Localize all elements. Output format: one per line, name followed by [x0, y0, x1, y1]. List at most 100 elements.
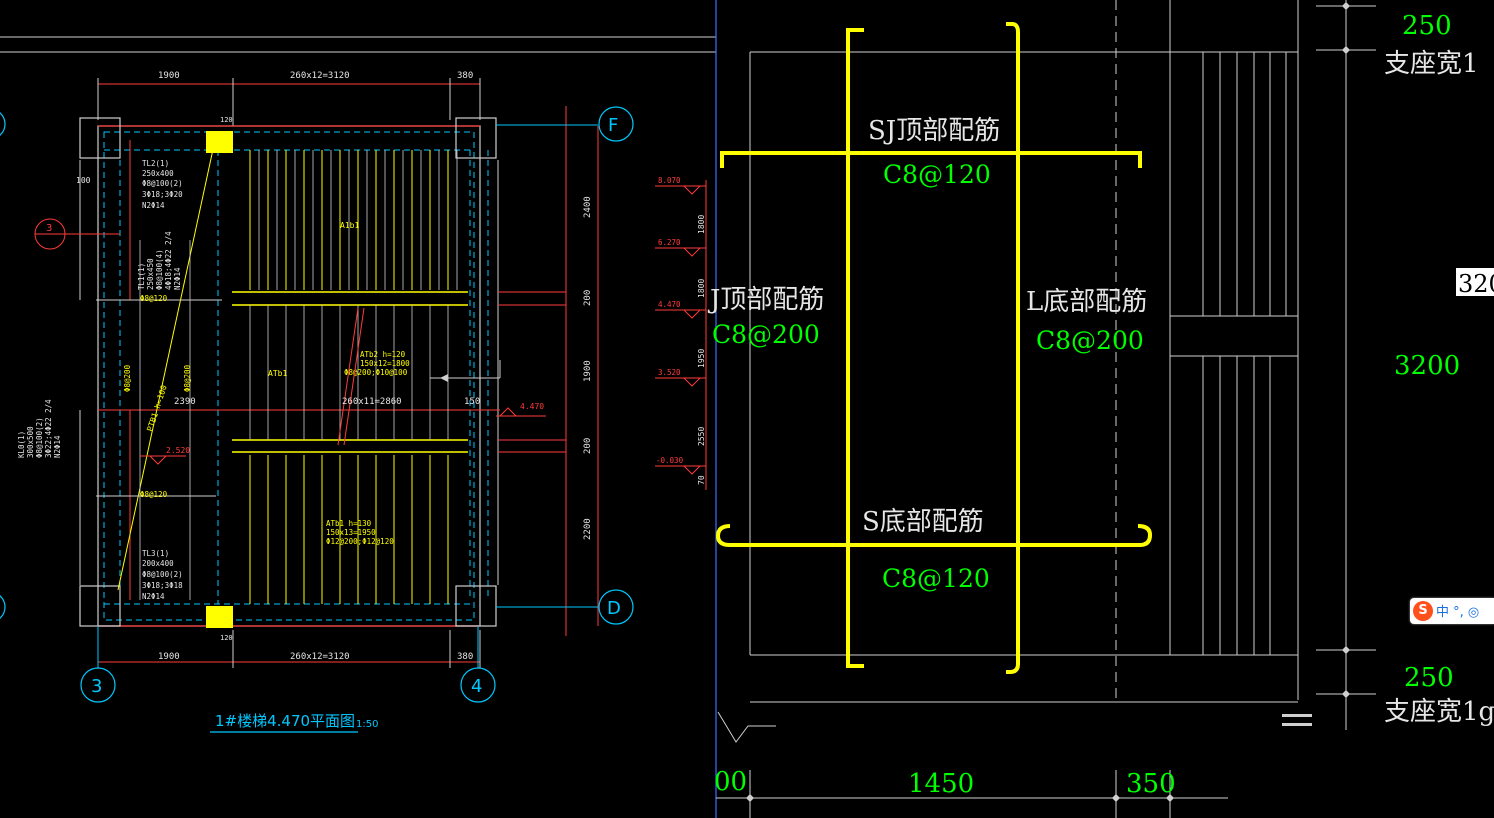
ime-toolbar[interactable]: S 中 °, ◎ [1410, 598, 1494, 624]
l-bottom-label: L底部配筋 [1026, 287, 1147, 317]
rebar-vertical-1: Φ8@200 [123, 364, 132, 392]
dim-320-box-text: 320 [1458, 270, 1494, 298]
kl-line-4: 3Φ22;4Φ22 2/4 [44, 399, 53, 458]
atb2-annotation: ATb2 h=120 150x12=1800 Φ8@200;Φ10@100 [344, 350, 410, 377]
axis-3-label: 3 [91, 676, 102, 697]
support-width-top: 支座宽1 [1384, 49, 1479, 79]
mid-dim-3: 150 [464, 397, 480, 407]
tl2-annotation: TL2(1) 250x400 Φ8@100(2) 3Φ18;3Φ20 N2Φ14 [142, 159, 183, 210]
right-dim-1: 2400 [583, 196, 593, 218]
tl2-line-1: TL2(1) [142, 159, 169, 168]
sec-dim-3: 1950 [697, 349, 706, 368]
j-top-value: C8@200 [712, 320, 820, 349]
atb1-line-3: Φ12@200;Φ12@120 [326, 537, 394, 546]
mid-dimension-row: 2390 260x11=2860 150 [174, 397, 480, 407]
level-8070: 8.070 [658, 176, 681, 185]
atb1-annotation: ATb1 h=130 150x13=1950 Φ12@200;Φ12@120 [326, 519, 394, 546]
j-top-label: J顶部配筋 [707, 285, 824, 315]
kl-line-2: 300x500 [26, 426, 35, 458]
tl2-line-4: 3Φ18;3Φ20 [142, 190, 183, 199]
s-bottom-value: C8@120 [882, 564, 990, 593]
atb1-line-2: 150x13=1950 [326, 528, 376, 537]
bottom-dim-2: 260x12=3120 [290, 652, 350, 662]
tl3-line-4: 3Φ18;3Φ18 [142, 581, 183, 590]
drawing-title: 1#楼梯4.470平面图 [215, 712, 355, 730]
s-bottom-label: S底部配筋 [862, 507, 984, 537]
level-3520: 3.520 [658, 368, 681, 377]
tl1-line-2: 250x450 [146, 258, 155, 290]
level-4470-sec: 4.470 [658, 300, 681, 309]
right-dim-2: 200 [583, 290, 593, 306]
tl2-line-5: N2Φ14 [142, 201, 165, 210]
axis-D-label: D [607, 598, 621, 619]
atb2-line-1: ATb2 h=120 [360, 350, 406, 359]
drawing-scale: 1:50 [356, 719, 378, 730]
tl3-line-2: 200x400 [142, 559, 174, 568]
mid-dim-1: 2390 [174, 397, 196, 407]
ime-status-text[interactable]: 中 °, ◎ [1436, 601, 1479, 620]
dim-250-top: 250 [1402, 11, 1452, 41]
sec-dim-1: 1800 [697, 215, 706, 234]
tl1-line-3: Φ8@100(4) [155, 249, 164, 290]
atb1-line-1: ATb1 h=130 [326, 519, 372, 528]
tl2-line-3: Φ8@100(2) [142, 179, 183, 188]
l-bottom-value: C8@200 [1036, 326, 1144, 355]
top-dim-1: 1900 [158, 71, 180, 81]
level-2520: 2.520 [166, 446, 190, 455]
section-marker-label: 3 [46, 223, 52, 234]
level-4470: 4.470 [520, 402, 544, 411]
slab-lower-rebar: Φ8@120 [140, 490, 168, 499]
slab-upper-rebar: Φ8@120 [140, 294, 168, 303]
tl1-line-1: TL1(1) [137, 263, 146, 290]
right-dim-4: 200 [583, 438, 593, 454]
kl-line-5: N2Φ14 [53, 435, 62, 458]
slab-label-top: A1b1 [340, 221, 359, 230]
dim-250-bottom: 250 [1404, 663, 1454, 693]
sj-top-label: SJ顶部配筋 [868, 116, 1000, 146]
tl3-line-3: Φ8@100(2) [142, 570, 183, 579]
dim-120-top: 120 [220, 116, 233, 124]
kl-line-1: KL0(1) [17, 431, 26, 458]
dim-100: 100 [76, 176, 91, 185]
axis-F-label: F [608, 115, 618, 136]
sec-dim-2: 1800 [697, 279, 706, 298]
rebar-vertical-2: Φ8@200 [183, 364, 192, 392]
right-dim-5: 2200 [583, 518, 593, 540]
kl-line-3: Φ8@100(2) [35, 417, 44, 458]
dim-00: 00 [714, 767, 747, 797]
sec-dim-5: 70 [697, 475, 706, 485]
atb2-line-2: 150x12=1800 [360, 359, 410, 368]
axis-4-label: 4 [471, 676, 482, 697]
cad-drawing-canvas[interactable]: 1900 260x12=3120 380 1900 260x12=3120 38… [0, 0, 1494, 818]
ptb-label: PTB1 h=100 [145, 384, 168, 433]
tl2-line-2: 250x400 [142, 169, 174, 178]
tl3-line-5: N2Φ14 [142, 592, 165, 601]
level-6270: 6.270 [658, 238, 681, 247]
right-dim-3: 1900 [583, 360, 593, 382]
dim-120-bottom: 120 [220, 634, 233, 642]
dim-3200: 3200 [1394, 351, 1460, 381]
slab-label-mid: ATb1 [268, 369, 287, 378]
yellow-column-top [206, 131, 233, 153]
atb2-line-3: Φ8@200;Φ10@100 [344, 368, 408, 377]
tl1-line-4: 4Φ18;4Φ22 2/4 [164, 231, 173, 290]
dim-350: 350 [1126, 769, 1176, 799]
dim-1450: 1450 [908, 769, 974, 799]
section-levels: 8.070 6.270 4.470 3.520 -0.030 1800 1800… [655, 176, 707, 490]
mid-dim-2: 260x11=2860 [342, 397, 402, 407]
yellow-column-bottom [206, 606, 233, 628]
sec-dim-4: 2550 [697, 427, 706, 446]
top-dim-2: 260x12=3120 [290, 71, 350, 81]
tl1-line-5: N2Φ14 [173, 267, 182, 290]
level-neg0030: -0.030 [656, 456, 684, 465]
bottom-dim-3: 380 [457, 652, 473, 662]
sogou-logo-icon[interactable]: S [1413, 601, 1433, 621]
bottom-dim-1: 1900 [158, 652, 180, 662]
tl1-annotation: TL1(1) 250x450 Φ8@100(4) 4Φ18;4Φ22 2/4 N… [137, 231, 182, 290]
sj-top-value: C8@120 [883, 160, 991, 189]
rebar-detail-view: SJ顶部配筋 C8@120 J顶部配筋 C8@200 L底部配筋 C8@200 … [707, 0, 1494, 818]
stair-plan-view: 1900 260x12=3120 380 1900 260x12=3120 38… [0, 36, 716, 733]
tl3-annotation: TL3(1) 200x400 Φ8@100(2) 3Φ18;3Φ18 N2Φ14 [142, 549, 183, 601]
tl3-line-1: TL3(1) [142, 549, 169, 558]
top-dim-3: 380 [457, 71, 473, 81]
